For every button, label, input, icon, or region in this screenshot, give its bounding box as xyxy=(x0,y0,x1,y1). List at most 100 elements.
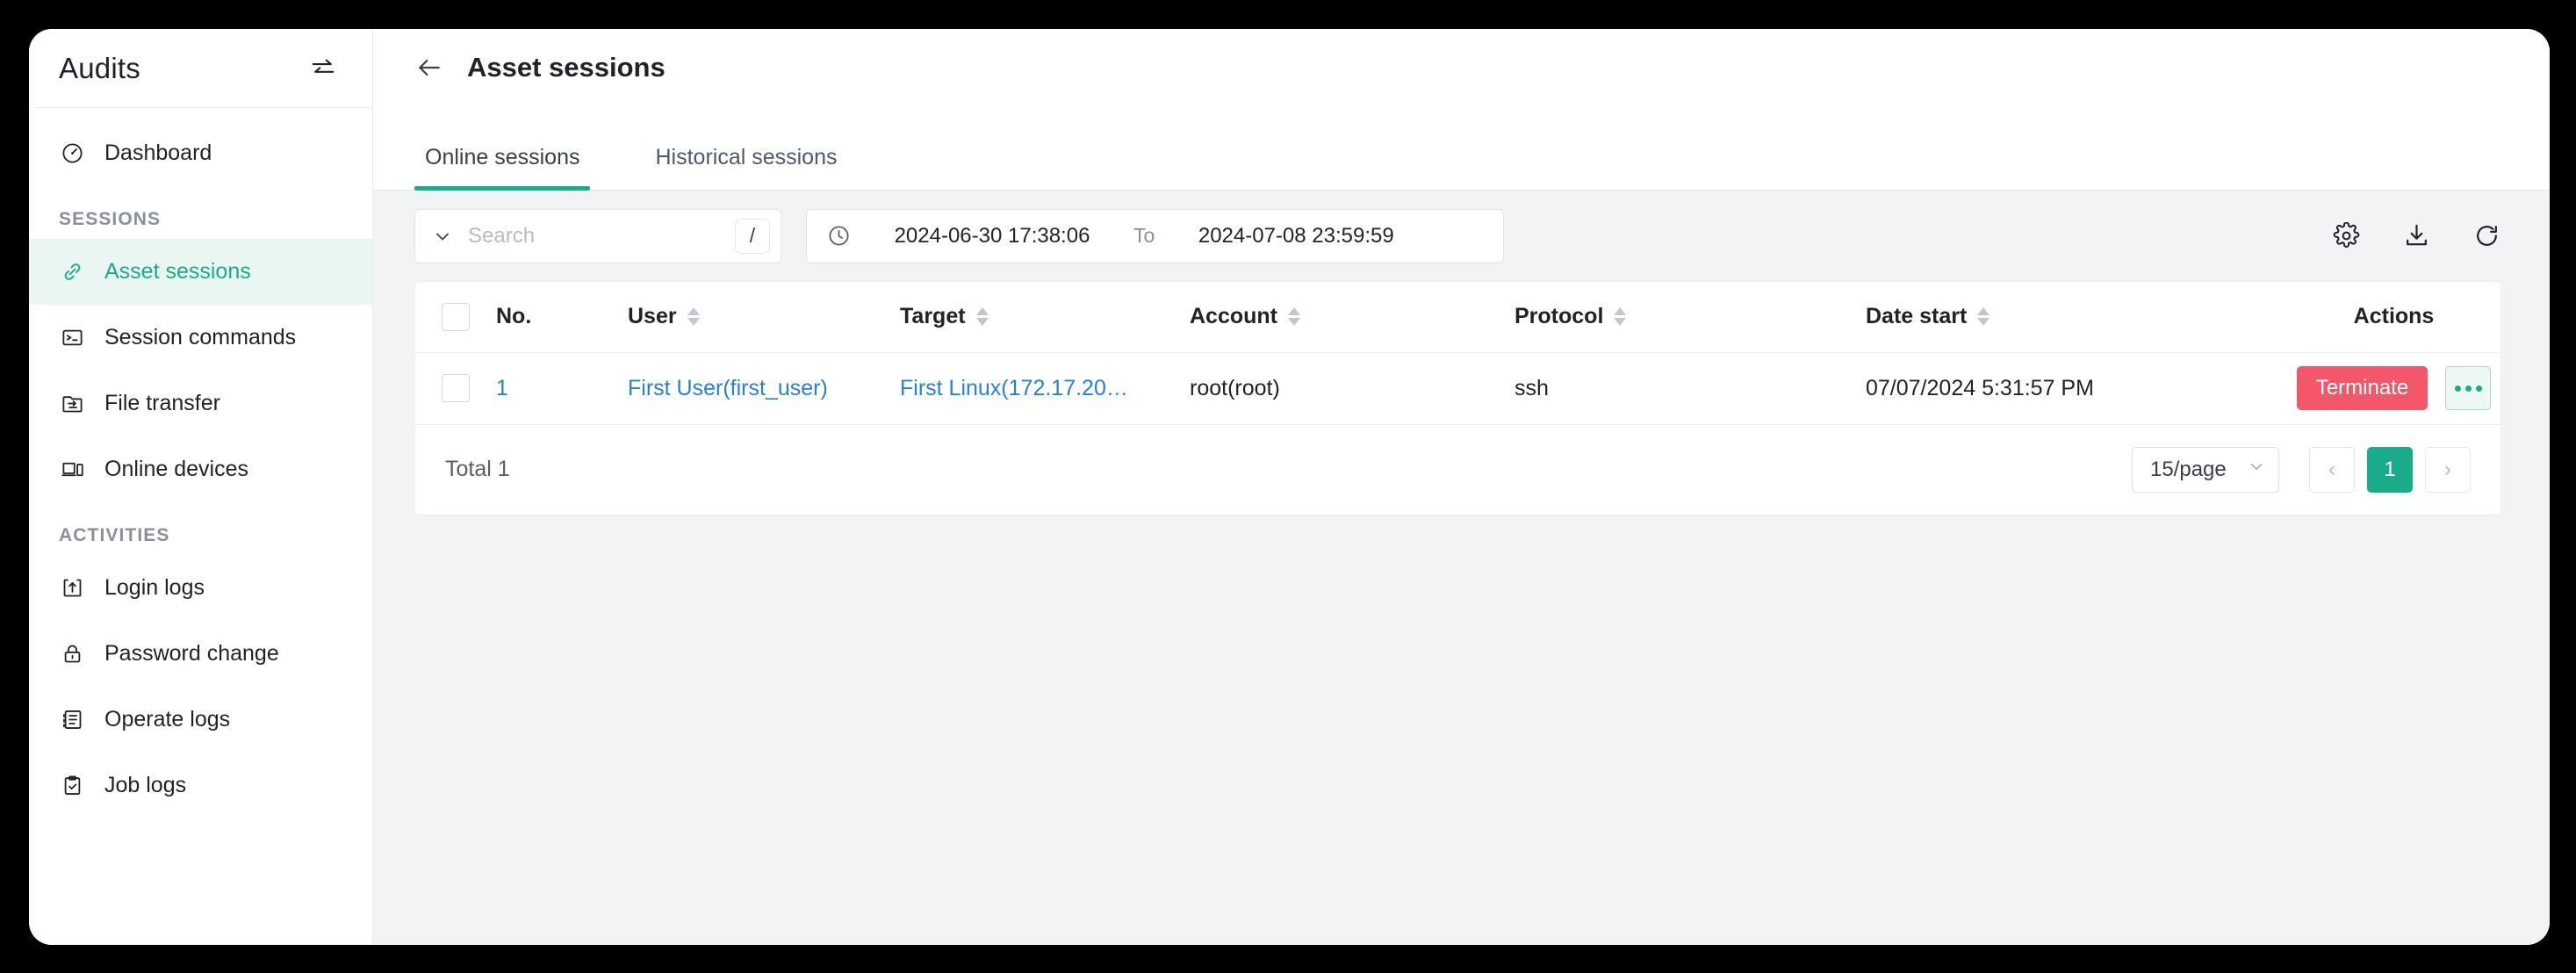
user-link[interactable]: First User(first_user) xyxy=(628,376,828,400)
cell-date-start: 07/07/2024 5:31:57 PM xyxy=(1866,352,2287,425)
sidebar-item-job-logs[interactable]: Job logs xyxy=(29,753,372,818)
th-select-all xyxy=(415,282,496,353)
cell-target: First Linux(172.17.20… xyxy=(900,352,1190,425)
date-range-separator: To xyxy=(1133,224,1155,247)
chevron-down-icon xyxy=(2247,457,2266,482)
back-arrow-icon[interactable] xyxy=(414,53,444,83)
sidebar-item-label: Operate logs xyxy=(104,707,231,732)
sidebar-item-operate-logs[interactable]: Operate logs xyxy=(29,687,372,753)
page-size-select[interactable]: 15/page xyxy=(2132,446,2279,493)
gear-icon[interactable] xyxy=(2331,221,2361,251)
filter-bar: / To xyxy=(373,191,2550,281)
page-header: Asset sessions xyxy=(373,29,2550,105)
th-label: No. xyxy=(496,304,532,329)
sidebar-item-dashboard[interactable]: Dashboard xyxy=(29,120,372,186)
refresh-icon[interactable] xyxy=(2472,221,2501,251)
sidebar-item-label: Session commands xyxy=(104,325,297,350)
sidebar-item-login-logs[interactable]: Login logs xyxy=(29,555,372,621)
sidebar-item-label: Password change xyxy=(104,641,279,666)
tab-historical-sessions[interactable]: Historical sessions xyxy=(644,145,847,190)
page-buttons: ‹ 1 › xyxy=(2309,446,2471,493)
clipboard-check-icon xyxy=(59,773,85,799)
device-icon xyxy=(59,457,85,483)
sort-icon[interactable] xyxy=(1614,307,1627,327)
th-label: Account xyxy=(1190,304,1277,329)
th-account[interactable]: Account xyxy=(1190,282,1515,353)
sidebar-item-file-transfer[interactable]: File transfer xyxy=(29,371,372,436)
chevron-down-icon[interactable] xyxy=(431,225,454,248)
sort-icon[interactable] xyxy=(975,307,989,327)
lock-icon xyxy=(59,641,85,667)
list-doc-icon xyxy=(59,707,85,733)
th-user[interactable]: User xyxy=(628,282,900,353)
sort-icon[interactable] xyxy=(687,307,700,327)
table-row[interactable]: 1 First User(first_user) First Linux(172… xyxy=(415,352,2500,425)
dot-icon xyxy=(2454,385,2461,392)
terminate-button[interactable]: Terminate xyxy=(2296,366,2428,410)
cell-actions: Terminate xyxy=(2287,352,2500,425)
table-body: 1 First User(first_user) First Linux(172… xyxy=(415,352,2500,425)
sidebar-item-password-change[interactable]: Password change xyxy=(29,621,372,687)
sidebar-header: Audits xyxy=(29,29,372,108)
select-all-checkbox[interactable] xyxy=(442,302,470,331)
sidebar-item-label: Online devices xyxy=(104,457,248,481)
th-label: Target xyxy=(900,304,966,329)
next-page-button[interactable]: › xyxy=(2425,446,2471,493)
sidebar-item-label: Job logs xyxy=(104,773,187,797)
cell-protocol: ssh xyxy=(1515,352,1866,425)
cell-account: root(root) xyxy=(1190,352,1515,425)
cell-select xyxy=(415,352,496,425)
sort-icon[interactable] xyxy=(1977,307,1990,327)
collapse-toggle-icon[interactable] xyxy=(306,51,341,86)
tab-online-sessions[interactable]: Online sessions xyxy=(414,145,591,191)
sidebar-item-label: Asset sessions xyxy=(104,259,251,284)
main-content: Asset sessions Online sessions Historica… xyxy=(373,29,2550,945)
row-checkbox[interactable] xyxy=(442,374,470,402)
th-protocol[interactable]: Protocol xyxy=(1515,282,1866,353)
table-head: No. User Target Account Protocol Date st… xyxy=(415,282,2500,353)
dot-icon xyxy=(2464,385,2472,392)
prev-page-button[interactable]: ‹ xyxy=(2309,446,2355,493)
sessions-table: No. User Target Account Protocol Date st… xyxy=(415,282,2500,425)
sidebar-item-asset-sessions[interactable]: Asset sessions xyxy=(29,239,372,305)
sidebar-nav: Dashboard SESSIONS Asset sessions Sessio… xyxy=(29,108,372,818)
th-label: Date start xyxy=(1866,304,1968,329)
dashboard-icon xyxy=(59,141,85,167)
download-icon[interactable] xyxy=(2401,221,2431,251)
tab-bar: Online sessions Historical sessions xyxy=(373,105,2550,191)
search-input[interactable] xyxy=(468,223,721,249)
sidebar-item-label: Login logs xyxy=(104,575,205,600)
th-date-start[interactable]: Date start xyxy=(1866,282,2287,353)
sidebar-section-activities: ACTIVITIES xyxy=(59,525,170,545)
target-link[interactable]: First Linux(172.17.20… xyxy=(900,376,1128,400)
page-1-button[interactable]: 1 xyxy=(2367,446,2413,493)
row-number-link[interactable]: 1 xyxy=(496,376,508,400)
th-no: No. xyxy=(496,282,628,353)
dot-icon xyxy=(2475,385,2482,392)
cell-no: 1 xyxy=(496,352,628,425)
sidebar-item-session-commands[interactable]: Session commands xyxy=(29,305,372,371)
date-end-input[interactable] xyxy=(1174,223,1419,249)
sidebar-title: Audits xyxy=(59,51,140,84)
date-range-picker[interactable]: To xyxy=(806,208,1504,263)
sort-icon[interactable] xyxy=(1288,307,1300,327)
date-start-input[interactable] xyxy=(870,223,1114,249)
th-actions: Actions xyxy=(2287,282,2500,353)
th-label: User xyxy=(628,304,677,329)
table-header-row: No. User Target Account Protocol Date st… xyxy=(415,282,2500,353)
pagination: 15/page ‹ 1 › xyxy=(2132,446,2471,493)
terminal-icon xyxy=(59,325,85,351)
login-icon xyxy=(59,575,85,602)
total-count: Total 1 xyxy=(445,457,510,481)
sidebar-item-label: Dashboard xyxy=(104,141,212,165)
sidebar-item-label: File transfer xyxy=(104,391,220,415)
more-actions-button[interactable] xyxy=(2445,366,2492,410)
table-toolbar xyxy=(2331,221,2501,251)
search-shortcut-key[interactable]: / xyxy=(735,218,770,254)
sidebar-item-online-devices[interactable]: Online devices xyxy=(29,436,372,502)
th-label: Actions xyxy=(2353,304,2435,329)
th-target[interactable]: Target xyxy=(900,282,1190,353)
cell-user: First User(first_user) xyxy=(628,352,900,425)
sessions-table-card: No. User Target Account Protocol Date st… xyxy=(414,281,2501,515)
clock-icon xyxy=(826,224,851,249)
